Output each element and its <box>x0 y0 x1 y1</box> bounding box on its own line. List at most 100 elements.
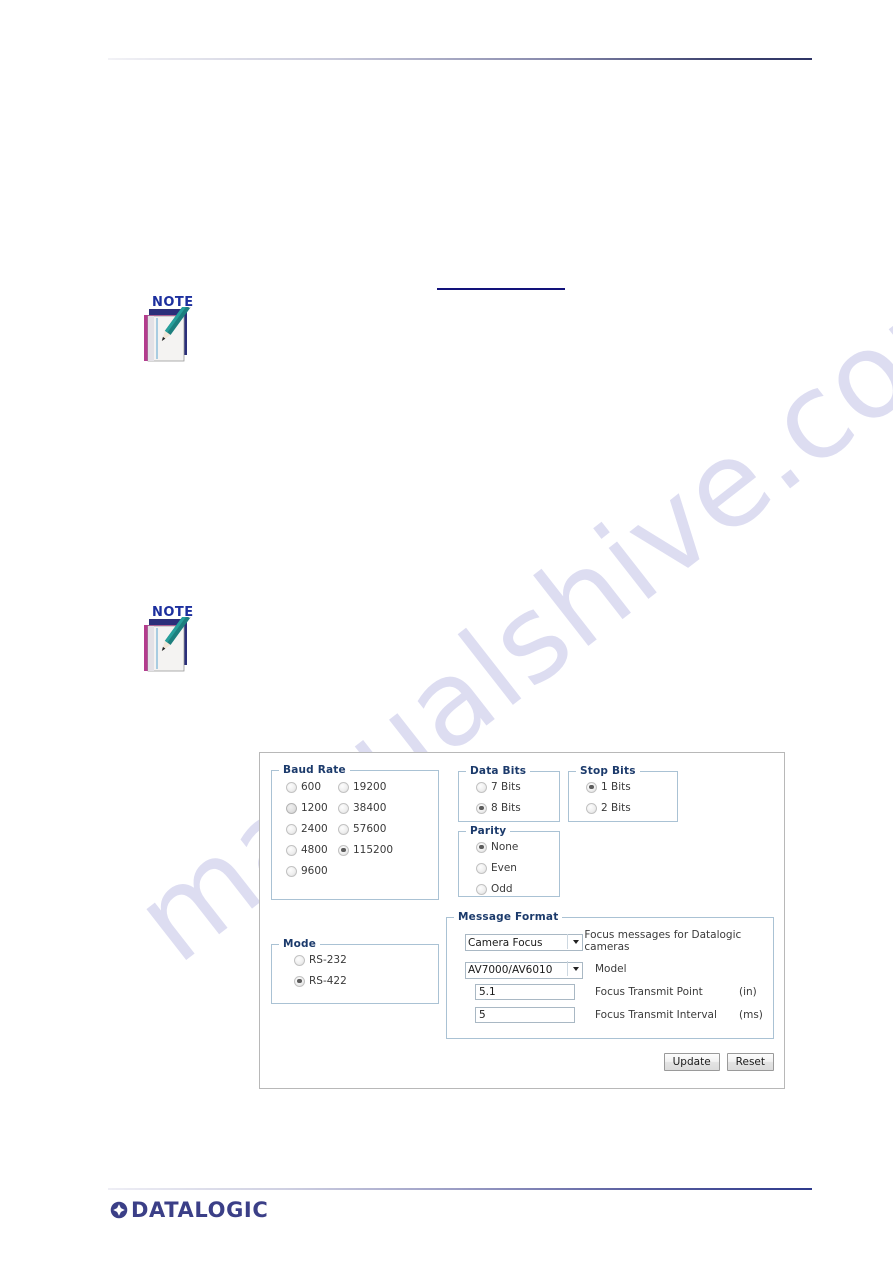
radio-data-bits-8[interactable]: 8 Bits <box>476 800 559 816</box>
model-select-wrap[interactable]: AV7000/AV6010 <box>465 960 583 979</box>
radio-indicator[interactable] <box>476 883 487 895</box>
focus-transmit-interval-unit: (ms) <box>739 1009 763 1021</box>
focus-transmit-point-row: Focus Transmit Point (in) <box>447 984 773 1000</box>
radio-indicator[interactable] <box>338 802 349 814</box>
radio-mode-rs422[interactable]: RS-422 <box>294 973 438 989</box>
parity-legend: Parity <box>470 825 507 837</box>
radio-indicator[interactable] <box>286 823 297 835</box>
radio-baud-1200[interactable]: 1200 <box>286 800 338 816</box>
radio-label: RS-422 <box>309 975 347 987</box>
radio-parity-even[interactable]: Even <box>476 860 559 876</box>
radio-parity-none[interactable]: None <box>476 839 559 855</box>
radio-indicator[interactable] <box>476 862 487 874</box>
radio-label: 19200 <box>353 781 387 793</box>
radio-indicator[interactable] <box>586 802 597 814</box>
radio-data-bits-7[interactable]: 7 Bits <box>476 779 559 795</box>
message-format-legend: Message Format <box>458 911 559 923</box>
parity-group: Parity None Even Odd <box>458 825 560 897</box>
page-footer-rule <box>108 1188 812 1190</box>
radio-indicator[interactable] <box>294 954 305 966</box>
radio-baud-38400[interactable]: 38400 <box>338 800 393 816</box>
radio-label: 8 Bits <box>491 802 521 814</box>
radio-indicator-selected[interactable] <box>476 802 487 814</box>
radio-indicator-selected[interactable] <box>338 844 349 856</box>
focus-transmit-interval-input[interactable] <box>475 1007 575 1023</box>
baud-rate-column-right: 19200 38400 57600 115200 <box>338 779 393 879</box>
radio-baud-2400[interactable]: 2400 <box>286 821 338 837</box>
stop-bits-legend: Stop Bits <box>580 765 636 777</box>
radio-label: 57600 <box>353 823 387 835</box>
radio-indicator-selected[interactable] <box>586 781 597 793</box>
radio-indicator-selected[interactable] <box>476 841 487 853</box>
message-format-row: Camera Focus Focus messages for Datalogi… <box>447 929 773 953</box>
radio-label: 2 Bits <box>601 802 631 814</box>
datalogic-mark-icon <box>110 1201 128 1219</box>
radio-indicator[interactable] <box>286 781 297 793</box>
stop-bits-group: Stop Bits 1 Bits 2 Bits <box>568 765 678 822</box>
select-separator <box>567 961 568 976</box>
radio-baud-4800[interactable]: 4800 <box>286 842 338 858</box>
radio-label: 115200 <box>353 844 394 856</box>
radio-label: 9600 <box>301 865 328 877</box>
mode-legend: Mode <box>283 938 317 950</box>
radio-baud-9600[interactable]: 9600 <box>286 863 338 879</box>
panel-button-bar: Update Reset <box>260 1053 774 1071</box>
radio-label: 7 Bits <box>491 781 521 793</box>
data-bits-legend: Data Bits <box>470 765 527 777</box>
datalogic-wordmark: DATALOGIC <box>131 1198 269 1222</box>
message-format-group: Message Format Camera Focus Focus messag… <box>446 911 774 1039</box>
focus-transmit-point-unit: (in) <box>739 986 757 998</box>
radio-label: 2400 <box>301 823 328 835</box>
serial-configuration-panel: Baud Rate 600 1200 2400 4800 9600 19200 … <box>259 752 785 1089</box>
radio-indicator[interactable] <box>286 844 297 856</box>
radio-baud-19200[interactable]: 19200 <box>338 779 393 795</box>
model-select[interactable]: AV7000/AV6010 <box>465 961 583 979</box>
radio-indicator[interactable] <box>338 781 349 793</box>
radio-indicator[interactable] <box>286 865 297 877</box>
notepad-pen-icon <box>144 307 193 362</box>
notepad-pen-icon <box>144 617 193 672</box>
focus-transmit-point-input[interactable] <box>475 984 575 1000</box>
radio-label: 4800 <box>301 844 328 856</box>
radio-label: 1 Bits <box>601 781 631 793</box>
page-header-rule <box>108 58 812 60</box>
radio-label: Even <box>491 862 517 874</box>
baud-rate-legend: Baud Rate <box>283 764 346 776</box>
focus-transmit-interval-row: Focus Transmit Interval (ms) <box>447 1007 773 1023</box>
focus-transmit-interval-label: Focus Transmit Interval <box>595 1009 717 1021</box>
radio-label: 600 <box>301 781 322 793</box>
radio-indicator[interactable] <box>476 781 487 793</box>
note-icon: NOTE <box>140 295 212 367</box>
radio-label: Odd <box>491 883 513 895</box>
data-bits-group: Data Bits 7 Bits 8 Bits <box>458 765 560 822</box>
radio-mode-rs232[interactable]: RS-232 <box>294 952 438 968</box>
baud-rate-group: Baud Rate 600 1200 2400 4800 9600 19200 … <box>271 764 439 900</box>
format-select-wrap[interactable]: Camera Focus <box>465 933 583 951</box>
mode-group: Mode RS-232 RS-422 <box>271 938 439 1004</box>
radio-label: 38400 <box>353 802 387 814</box>
radio-indicator[interactable] <box>286 802 297 814</box>
message-format-select[interactable]: Camera Focus <box>465 934 583 951</box>
model-description: Model <box>595 962 627 975</box>
note-icon: NOTE <box>140 605 212 677</box>
radio-stop-bits-2[interactable]: 2 Bits <box>586 800 677 816</box>
baud-rate-column-left: 600 1200 2400 4800 9600 <box>286 779 338 879</box>
message-format-description: Focus messages for Datalogic cameras <box>584 929 742 953</box>
radio-baud-115200[interactable]: 115200 <box>338 842 393 858</box>
radio-baud-600[interactable]: 600 <box>286 779 338 795</box>
radio-label: RS-232 <box>309 954 347 966</box>
radio-parity-odd[interactable]: Odd <box>476 881 559 897</box>
radio-baud-57600[interactable]: 57600 <box>338 821 393 837</box>
select-separator <box>567 933 568 949</box>
radio-label: 1200 <box>301 802 328 814</box>
focus-transmit-point-label: Focus Transmit Point <box>595 986 703 998</box>
update-button[interactable]: Update <box>663 1053 720 1071</box>
radio-stop-bits-1[interactable]: 1 Bits <box>586 779 677 795</box>
model-row: AV7000/AV6010 Model <box>447 960 773 979</box>
radio-indicator[interactable] <box>338 823 349 835</box>
radio-label: None <box>491 841 519 853</box>
inline-link-rule[interactable] <box>437 288 565 290</box>
reset-button[interactable]: Reset <box>726 1053 774 1071</box>
radio-indicator-selected[interactable] <box>294 975 305 987</box>
datalogic-logo: DATALOGIC <box>110 1198 268 1222</box>
